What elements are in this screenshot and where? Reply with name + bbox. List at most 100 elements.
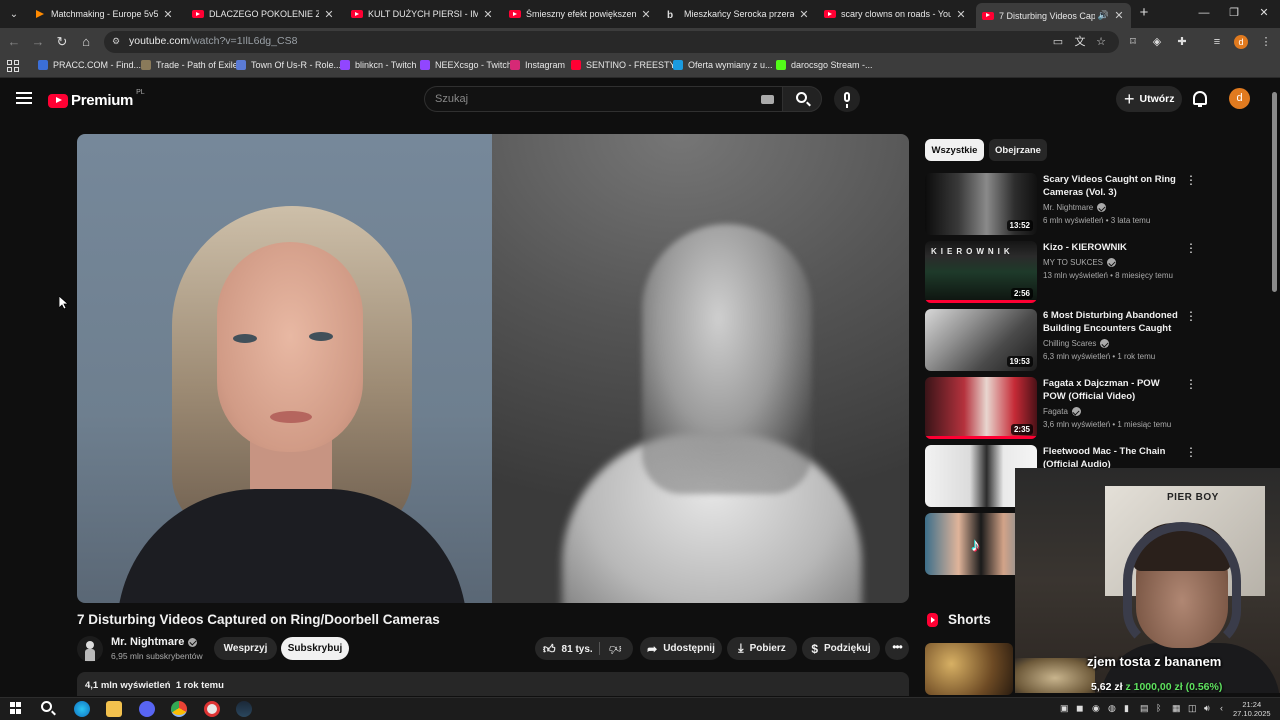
bookmark-item[interactable]: Oferta wymiany z u... [673,60,773,70]
new-tab-button[interactable]: + [1136,5,1152,21]
steam-tray-icon[interactable]: ◍ [1108,703,1116,714]
bluetooth-icon[interactable]: ᛒ [1156,703,1161,713]
tray-app-icon[interactable]: ▦ [1172,703,1181,714]
obs-icon[interactable] [204,701,220,717]
support-button[interactable]: Wesprzyj [214,637,277,660]
bookmark-item[interactable]: Trade - Path of Exile [141,60,238,70]
browser-tab[interactable]: scary clowns on roads - YouTu ✕ [818,3,973,25]
chrome-icon[interactable] [171,701,187,717]
home-icon[interactable]: ⌂ [78,34,94,50]
edge-icon[interactable] [74,701,90,717]
account-avatar[interactable]: d [1229,88,1250,109]
file-explorer-icon[interactable] [106,701,122,717]
usb-icon[interactable]: ▮ [1124,703,1129,714]
tray-app-icon[interactable]: ▣ [1060,703,1069,714]
cast-icon[interactable]: ▭ [1051,35,1065,49]
site-info-icon[interactable]: ⚙ [112,36,120,47]
recommendation-title[interactable]: Scary Videos Caught on Ring Cameras (Vol… [1043,173,1181,199]
create-button[interactable]: + Utwórz [1116,86,1182,112]
notifications-bell-icon[interactable] [1193,91,1207,107]
thumbs-down-icon[interactable]: 👍︎ [609,641,622,656]
more-options-icon[interactable]: ⋮ [1185,378,1197,390]
reload-icon[interactable]: ↻ [54,34,70,50]
browser-profile-avatar[interactable]: d [1234,35,1248,49]
close-icon[interactable]: ✕ [323,8,335,21]
search-button[interactable] [782,86,822,112]
channel-avatar[interactable] [77,636,103,662]
close-window-icon[interactable]: ✕ [1256,5,1272,21]
share-button[interactable]: ➦ Udostępnij [640,637,722,660]
close-icon[interactable]: ✕ [640,8,652,21]
menu-hamburger-icon[interactable] [16,92,32,106]
windows-start-icon[interactable] [10,702,22,714]
steam-icon[interactable] [236,701,252,717]
discord-icon[interactable] [139,701,155,717]
search-input[interactable]: Szukaj [424,86,782,112]
bookmark-star-icon[interactable]: ☆ [1094,35,1108,49]
scrollbar-thumb[interactable] [1272,92,1277,292]
more-options-icon[interactable]: ⋮ [1185,174,1197,186]
recommendation-title[interactable]: Kizo - KIEROWNIK [1043,241,1181,254]
more-actions-icon[interactable]: ••• [885,637,909,660]
bookmark-item[interactable]: PRACC.COM - Find... [38,60,141,70]
like-button[interactable]: 👍︎ 81 tys. [543,642,593,657]
keyboard-icon[interactable] [761,95,774,104]
tab-search-icon[interactable]: ⌄ [4,4,24,24]
short-thumbnail[interactable] [925,643,1013,695]
video-thumbnail[interactable]: 13:52 [925,173,1037,235]
close-icon[interactable]: ✕ [1113,9,1125,22]
bookmark-item[interactable]: NEEXcsgo - Twitch [420,60,512,70]
extension-icon[interactable]: ◈ [1149,34,1165,50]
browser-tab-active[interactable]: 7 Disturbing Videos Captu 🔊 ✕ [976,3,1131,28]
back-icon[interactable]: ← [6,34,22,50]
bookmark-item[interactable]: Instagram [510,60,565,70]
recommendation-title[interactable]: Fagata x Dajczman - POW POW (Official Vi… [1043,377,1181,403]
recommendation-item[interactable]: 19:53 6 Most Disturbing Abandoned Buildi… [925,309,1205,371]
close-icon[interactable]: ✕ [162,8,174,21]
video-thumbnail[interactable]: KIEROWNIK 2:56 [925,241,1037,303]
recommendation-channel[interactable]: MY TO SUKCES [1043,258,1117,267]
more-options-icon[interactable]: ⋮ [1185,446,1197,458]
minimize-icon[interactable]: — [1196,5,1212,21]
taskbar-search-icon[interactable] [41,701,52,712]
recommendation-item[interactable]: KIEROWNIK 2:56 Kizo - KIEROWNIK MY TO SU… [925,241,1205,303]
browser-tab[interactable]: Matchmaking - Europe 5v5 Qu ✕ [30,3,180,25]
thanks-button[interactable]: $ Podziękuj [802,637,880,660]
browser-tab[interactable]: KULT DUŻYCH PIERSI - IMPLAN ✕ [345,3,500,25]
network-icon[interactable]: ◫ [1188,703,1197,714]
recommendation-channel[interactable]: Chilling Scares [1043,339,1110,348]
browser-tab[interactable]: Śmieszny efekt powiększenia u ✕ [503,3,658,25]
restore-icon[interactable]: ❐ [1226,5,1242,21]
browser-tab[interactable]: b Mieszkańcy Serocka przerażeni ✕ [661,3,816,25]
recommendation-item[interactable]: 2:35 Fagata x Dajczman - POW POW (Offici… [925,377,1205,439]
tray-app-icon[interactable]: ◼ [1076,703,1083,714]
bookmark-item[interactable]: blinkcn - Twitch [340,60,416,70]
recommendation-channel[interactable]: Fagata [1043,407,1081,416]
subscribe-button[interactable]: Subskrybuj [281,637,349,660]
recommendation-item[interactable]: 13:52 Scary Videos Caught on Ring Camera… [925,173,1205,235]
browser-tab[interactable]: DLACZEGO POKOLENIE Z NIE M ✕ [186,3,341,25]
voice-search-button[interactable] [834,86,860,112]
bookmark-item[interactable]: darocsgo Stream -... [776,60,873,70]
more-options-icon[interactable]: ⋮ [1185,242,1197,254]
youtube-premium-logo[interactable]: Premium PL [48,89,145,109]
chip-watched[interactable]: Obejrzane [989,139,1047,161]
reading-list-icon[interactable]: ≡ [1209,34,1225,50]
video-thumbnail[interactable]: 19:53 [925,309,1037,371]
bookmark-item[interactable]: SENTINO - FREESTY... [571,60,682,70]
volume-icon[interactable]: 🔊︎ [1204,703,1210,714]
description-box[interactable]: 4,1 mln wyświetleń 1 rok temu [77,672,909,696]
translate-icon[interactable]: 文 [1073,35,1087,49]
close-icon[interactable]: ✕ [482,8,494,21]
url-bar[interactable]: ⚙ youtube.com/watch?v=1IlL6dg_CS8 ▭ 文 ☆ [104,31,1119,53]
tray-app-icon[interactable]: ◉ [1092,703,1100,714]
chip-all[interactable]: Wszystkie [925,139,984,161]
close-icon[interactable]: ✕ [798,8,810,21]
url-text[interactable]: youtube.com/watch?v=1IlL6dg_CS8 [129,35,297,47]
tray-app-icon[interactable]: ▤ [1140,703,1149,714]
speaker-icon[interactable]: 🔊 [1098,10,1109,21]
apps-grid-icon[interactable] [7,60,19,72]
forward-icon[interactable]: → [30,34,46,50]
extension-icon[interactable]: ⌑ [1125,34,1141,50]
recommendation-channel[interactable]: Mr. Nightmare [1043,203,1107,212]
